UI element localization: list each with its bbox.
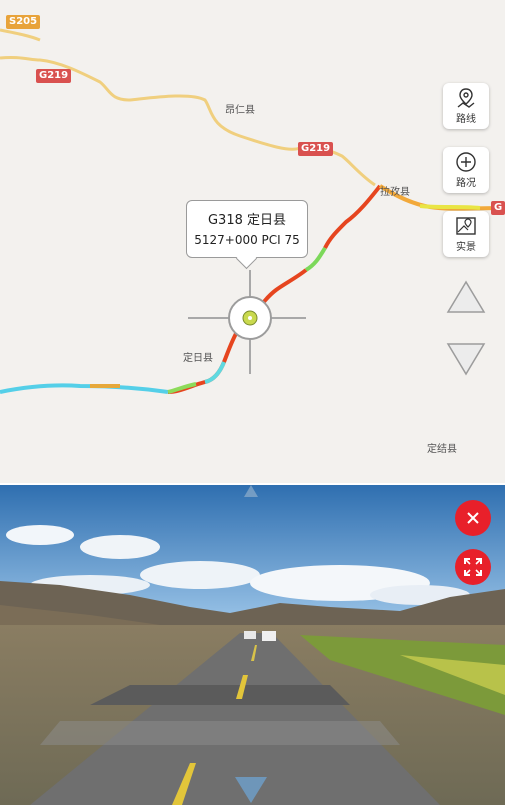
- street-photo[interactable]: [0, 485, 505, 805]
- road-scene: [0, 485, 505, 805]
- road-shield-g219: G219: [36, 69, 72, 83]
- road-shield-g: G: [491, 201, 505, 215]
- nav-down-icon[interactable]: [231, 775, 271, 805]
- fullscreen-icon: [464, 558, 482, 576]
- road-info-popup[interactable]: G318 定日县 5127+000 PCI 75: [186, 200, 308, 270]
- route-button[interactable]: 路线: [443, 83, 489, 129]
- live-view-button[interactable]: 实景: [443, 211, 489, 257]
- road-shield-g219: G219: [298, 142, 334, 156]
- popup-road-name: G318 定日县: [207, 213, 287, 228]
- traffic-label: 路况: [456, 178, 476, 189]
- place-label: 昂仁县: [225, 105, 255, 116]
- plus-circle-icon: [456, 152, 476, 172]
- route-icon: [457, 88, 475, 108]
- close-icon: [467, 512, 479, 524]
- close-button[interactable]: [455, 500, 491, 536]
- place-label: 定日县: [183, 353, 213, 364]
- map-pin-icon: [456, 217, 476, 235]
- route-label: 路线: [456, 114, 476, 125]
- fullscreen-button[interactable]: [455, 549, 491, 585]
- live-view-label: 实景: [456, 242, 476, 253]
- popup-stake-pci: 5127+000 PCI 75: [194, 233, 300, 247]
- place-label: 拉孜县: [380, 187, 410, 198]
- road-shield-s205: S205: [6, 15, 41, 29]
- place-label: 定结县: [427, 444, 457, 455]
- map-view[interactable]: S205 G219 G219 G 昂仁县 拉孜县 定日县 定结县 路线 路况 实…: [0, 0, 505, 483]
- traffic-button[interactable]: 路况: [443, 147, 489, 193]
